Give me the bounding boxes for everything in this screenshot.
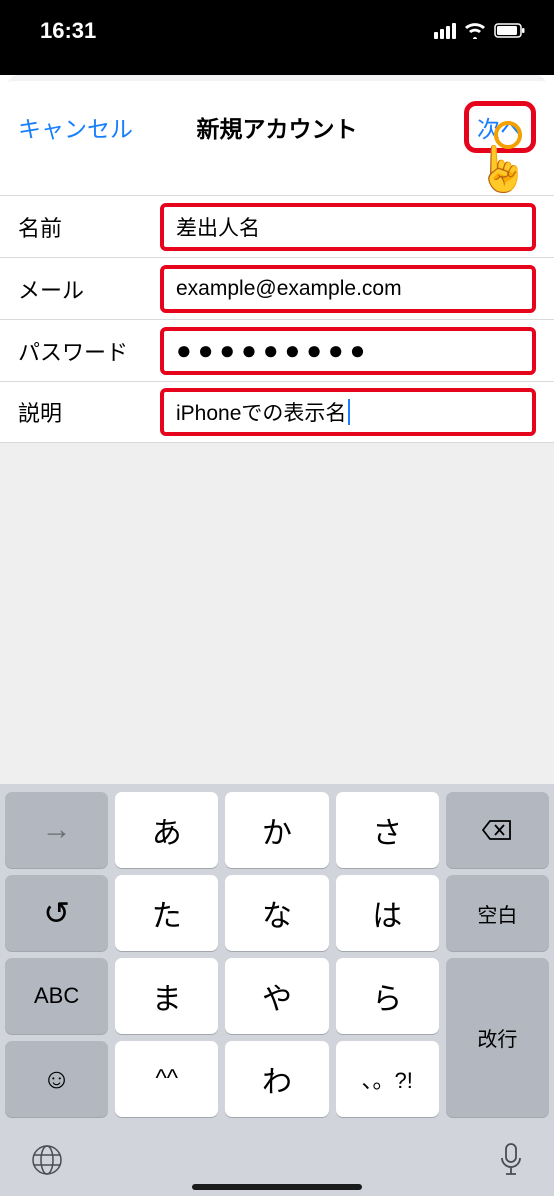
- empty-area: [0, 443, 554, 784]
- key-wa[interactable]: わ: [225, 1041, 328, 1117]
- description-label: 説明: [18, 396, 160, 428]
- wifi-icon: [464, 23, 486, 39]
- email-label: メール: [18, 273, 160, 305]
- backspace-icon: [482, 819, 512, 841]
- name-label: 名前: [18, 211, 160, 243]
- email-input[interactable]: example@example.com: [160, 265, 536, 313]
- key-na[interactable]: な: [225, 875, 328, 951]
- key-abc[interactable]: ABC: [5, 958, 108, 1034]
- key-caret[interactable]: ^^: [115, 1041, 218, 1117]
- key-emoji[interactable]: ☺: [5, 1041, 108, 1117]
- key-ha[interactable]: は: [336, 875, 439, 951]
- key-ra[interactable]: ら: [336, 958, 439, 1034]
- key-space[interactable]: 空白: [446, 875, 549, 951]
- key-ka[interactable]: か: [225, 792, 328, 868]
- globe-icon[interactable]: [30, 1143, 64, 1177]
- key-ma[interactable]: ま: [115, 958, 218, 1034]
- home-indicator[interactable]: [192, 1184, 362, 1190]
- key-undo[interactable]: ↺: [5, 875, 108, 951]
- text-cursor-icon: [348, 399, 350, 425]
- status-icons: [434, 23, 526, 39]
- key-ya[interactable]: や: [225, 958, 328, 1034]
- name-input[interactable]: 差出人名: [160, 203, 536, 251]
- key-backspace[interactable]: [446, 792, 549, 868]
- mic-icon[interactable]: [498, 1142, 524, 1178]
- key-a[interactable]: あ: [115, 792, 218, 868]
- key-ta[interactable]: た: [115, 875, 218, 951]
- cellular-icon: [434, 23, 456, 39]
- keyboard: → あ か さ ↺ た な は 空白 ABC ま や ら 改行 ☺ ^^ わ 、…: [0, 784, 554, 1196]
- cancel-button[interactable]: キャンセル: [18, 110, 133, 144]
- key-return[interactable]: 改行: [446, 958, 549, 1117]
- key-punct[interactable]: 、。?!: [336, 1041, 439, 1117]
- status-time: 16:31: [40, 18, 96, 44]
- password-label: パスワード: [18, 335, 160, 367]
- key-tab[interactable]: →: [5, 792, 108, 868]
- key-sa[interactable]: さ: [336, 792, 439, 868]
- password-input[interactable]: ●●●●●●●●●: [160, 327, 536, 375]
- battery-icon: [494, 23, 526, 39]
- description-input[interactable]: iPhoneでの表示名: [160, 388, 536, 436]
- pointing-hand-icon: ☝️: [475, 143, 530, 195]
